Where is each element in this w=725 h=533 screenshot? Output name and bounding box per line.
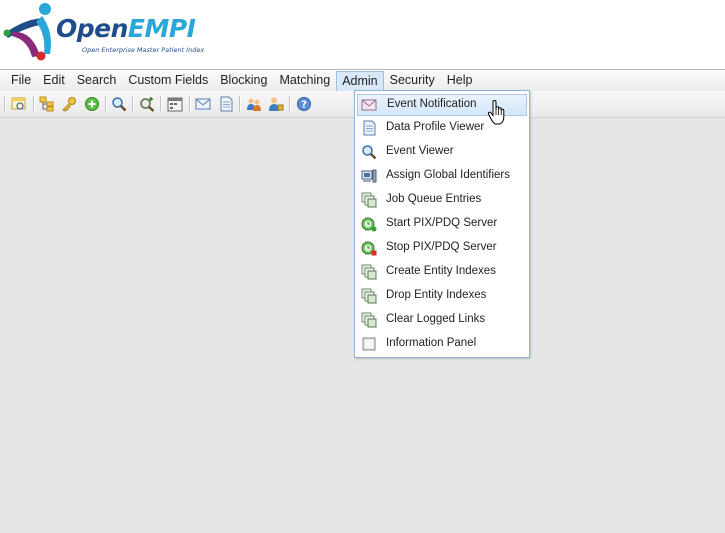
- users-icon[interactable]: [246, 96, 262, 112]
- menu-item-label: Stop PIX/PDQ Server: [386, 241, 497, 253]
- user-lock-icon[interactable]: [268, 96, 284, 112]
- menu-item-label: Create Entity Indexes: [386, 265, 496, 277]
- toolbar-separator: [33, 96, 35, 112]
- mail-icon[interactable]: [195, 96, 211, 112]
- logo-figure-icon: [3, 3, 51, 61]
- menu-security[interactable]: Security: [384, 71, 441, 90]
- server-start-icon: [361, 216, 377, 232]
- mail-icon: [361, 97, 377, 113]
- index-create-icon: [361, 264, 377, 280]
- server-stop-icon: [361, 240, 377, 256]
- menu-item-label: Assign Global Identifiers: [386, 169, 511, 181]
- logo-word-empi: EMPI: [127, 14, 196, 43]
- menu-search[interactable]: Search: [71, 71, 123, 90]
- checkbox-icon: [361, 336, 377, 352]
- toolbar-separator: [239, 96, 241, 112]
- menu-item-label: Data Profile Viewer: [386, 121, 485, 133]
- menu-item-label: Drop Entity Indexes: [386, 289, 487, 301]
- menu-item-job-queue-entries[interactable]: Job Queue Entries: [357, 189, 527, 211]
- magnifier-icon: [361, 144, 377, 160]
- key-icon[interactable]: [61, 96, 77, 112]
- tree-icon[interactable]: [39, 96, 55, 112]
- admin-dropdown-menu: Event Notification Data Profile Viewer E…: [354, 90, 530, 358]
- hand-cursor-icon: [487, 99, 507, 126]
- index-drop-icon: [361, 288, 377, 304]
- menu-edit[interactable]: Edit: [37, 71, 71, 90]
- toolbar-separator: [160, 96, 162, 112]
- menu-item-clear-logged-links[interactable]: Clear Logged Links: [357, 309, 527, 331]
- menu-custom-fields[interactable]: Custom Fields: [122, 71, 214, 90]
- menu-bar: File Edit Search Custom Fields Blocking …: [0, 69, 725, 91]
- toolbar-separator: [105, 96, 107, 112]
- menu-admin[interactable]: Admin: [336, 70, 384, 91]
- menu-item-information-panel[interactable]: Information Panel: [357, 333, 527, 355]
- svg-text:?: ?: [301, 100, 307, 111]
- menu-item-label: Information Panel: [386, 337, 477, 349]
- logo-word-open: Open: [56, 14, 128, 43]
- identifiers-icon: [361, 168, 377, 184]
- calendar-icon[interactable]: [167, 96, 183, 112]
- toolbar-separator: [289, 96, 291, 112]
- document-icon: [361, 120, 377, 136]
- menu-file[interactable]: File: [5, 71, 37, 90]
- menu-item-assign-global-identifiers[interactable]: Assign Global Identifiers: [357, 165, 527, 187]
- magnifier-plus-icon[interactable]: [139, 96, 155, 112]
- menu-blocking[interactable]: Blocking: [214, 71, 273, 90]
- openempi-logo: OpenEMPI Open Enterprise Master Patient …: [2, 2, 204, 64]
- add-icon[interactable]: [84, 96, 100, 112]
- toolbar-separator: [189, 96, 191, 112]
- toolbar-separator: [132, 96, 134, 112]
- menu-item-start-pix-pdq-server[interactable]: Start PIX/PDQ Server: [357, 213, 527, 235]
- menu-item-stop-pix-pdq-server[interactable]: Stop PIX/PDQ Server: [357, 237, 527, 259]
- job-queue-icon: [361, 192, 377, 208]
- logo-tagline: Open Enterprise Master Patient Index: [82, 46, 205, 54]
- menu-item-create-entity-indexes[interactable]: Create Entity Indexes: [357, 261, 527, 283]
- menu-item-label: Job Queue Entries: [386, 193, 482, 205]
- clear-links-icon: [361, 312, 377, 328]
- menu-help[interactable]: Help: [441, 71, 479, 90]
- menu-item-label: Start PIX/PDQ Server: [386, 217, 498, 229]
- menu-item-label: Clear Logged Links: [386, 313, 486, 325]
- search-window-icon[interactable]: [11, 96, 27, 112]
- menu-matching[interactable]: Matching: [273, 71, 336, 90]
- logo-wordmark: OpenEMPI: [56, 14, 196, 43]
- menu-item-label: Event Notification: [387, 98, 477, 110]
- menu-item-event-viewer[interactable]: Event Viewer: [357, 141, 527, 163]
- help-icon[interactable]: ?: [296, 96, 312, 112]
- menu-item-drop-entity-indexes[interactable]: Drop Entity Indexes: [357, 285, 527, 307]
- toolbar-separator: [4, 96, 6, 112]
- menu-item-label: Event Viewer: [386, 145, 454, 157]
- app-header: OpenEMPI Open Enterprise Master Patient …: [0, 0, 725, 69]
- document-icon[interactable]: [218, 96, 234, 112]
- magnifier-icon[interactable]: [111, 96, 127, 112]
